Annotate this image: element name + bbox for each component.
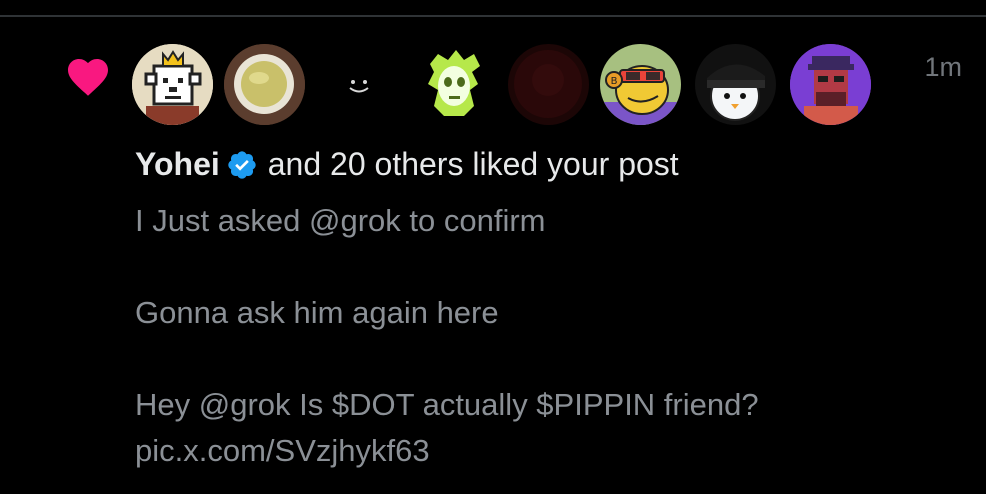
penguin-cap-avatar[interactable] [695,44,776,125]
tea-cup-avatar[interactable] [224,44,305,125]
like-notification[interactable]: B 1m Yohei and 20 others liked your post… [0,0,986,494]
post-media-link[interactable]: pic.x.com/SVzjhykf63 [135,428,955,474]
timestamp: 1m [924,52,962,82]
green-ghost-avatar[interactable] [414,44,495,125]
liker-name[interactable]: Yohei [135,146,220,183]
post-text-line [135,336,955,382]
purple-pixel-man-avatar[interactable] [790,44,871,125]
bitcoin-frog-sunglasses-avatar[interactable]: B [600,44,681,125]
post-text-line: Hey @grok Is $DOT actually $PIPPIN frien… [135,387,759,422]
pixel-bear-king-avatar[interactable] [132,44,213,125]
post-preview[interactable]: I Just asked @grok to confirm Gonna ask … [135,198,955,474]
notification-action-text: and 20 others liked your post [267,146,679,182]
post-text-line: I Just asked @grok to confirm [135,203,546,238]
post-text-line [135,244,955,290]
dark-red-avatar[interactable] [508,44,589,125]
svg-text:B: B [611,76,618,87]
notification-headline: Yohei and 20 others liked your post [135,146,679,183]
verified-badge-icon [228,150,256,179]
smile-face-avatar[interactable] [319,44,400,125]
liker-avatars: B [0,0,986,140]
post-text-line: Gonna ask him again here [135,295,499,330]
